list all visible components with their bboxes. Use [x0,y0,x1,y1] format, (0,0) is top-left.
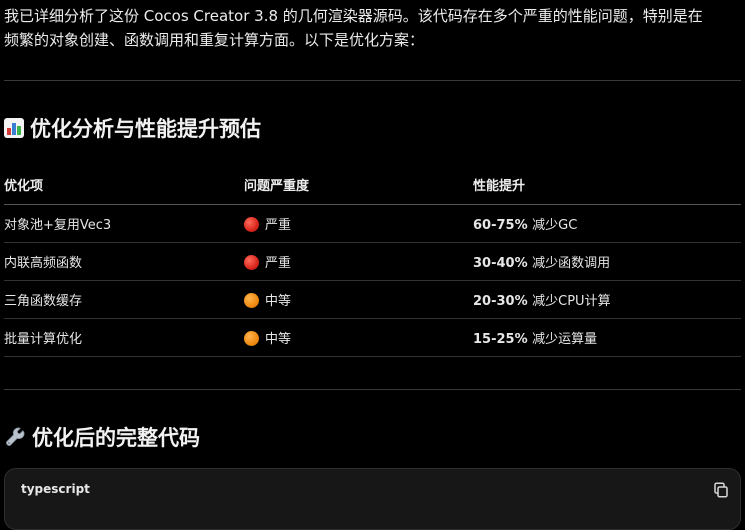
cell-item: 对象池+复用Vec3 [4,204,244,243]
table-header-row: 优化项 问题严重度 性能提升 [4,164,741,205]
column-header-item: 优化项 [4,164,244,205]
cell-severity: 严重 [244,204,473,243]
severity-label: 中等 [265,332,292,347]
column-header-gain: 性能提升 [473,164,741,205]
gain-description: 减少运算量 [532,332,598,347]
severity-label: 中等 [265,294,292,309]
orange-circle-icon [244,331,259,346]
optimization-table: 优化项 问题严重度 性能提升 对象池+复用Vec3 严重 60-75% 减少GC… [4,164,741,357]
orange-circle-icon [244,293,259,308]
code-language-label: typescript [21,482,90,496]
cell-severity: 中等 [244,318,473,357]
red-circle-icon [244,217,259,232]
section-title-analysis: 优化分析与性能提升预估 [30,117,261,141]
table-row: 批量计算优化 中等 15-25% 减少运算量 [4,318,741,357]
gain-percent: 15-25% [473,332,528,347]
copy-icon[interactable] [712,481,730,499]
gain-percent: 20-30% [473,294,528,309]
table-row: 三角函数缓存 中等 20-30% 减少CPU计算 [4,280,741,319]
cell-item: 三角函数缓存 [4,280,244,319]
cell-gain: 20-30% 减少CPU计算 [473,280,741,319]
divider [4,389,741,390]
cell-gain: 30-40% 减少函数调用 [473,242,741,281]
bar-chart-icon [4,118,24,138]
gain-description: 减少CPU计算 [532,294,611,309]
intro-line-1: 我已详细分析了这份 Cocos Creator 3.8 的几何渲染器源码。该代码… [4,7,703,25]
cell-gain: 15-25% 减少运算量 [473,318,741,357]
table-row: 对象池+复用Vec3 严重 60-75% 减少GC [4,204,741,243]
section-heading-code: 优化后的完整代码 [4,422,200,452]
section-heading-analysis: 优化分析与性能提升预估 [4,113,261,143]
cell-severity: 中等 [244,280,473,319]
section-title-code: 优化后的完整代码 [32,426,200,450]
table-row: 内联高频函数 严重 30-40% 减少函数调用 [4,242,741,281]
severity-label: 严重 [265,256,292,271]
cell-item: 内联高频函数 [4,242,244,281]
wrench-icon [6,427,25,446]
code-block: typescript [4,468,741,530]
cell-severity: 严重 [244,242,473,281]
column-header-severity: 问题严重度 [244,164,473,205]
cell-item: 批量计算优化 [4,318,244,357]
intro-line-2: 频繁的对象创建、函数调用和重复计算方面。以下是优化方案： [4,31,425,49]
gain-description: 减少函数调用 [532,256,611,271]
severity-label: 严重 [265,218,292,233]
red-circle-icon [244,255,259,270]
gain-percent: 60-75% [473,218,528,233]
gain-percent: 30-40% [473,256,528,271]
cell-gain: 60-75% 减少GC [473,204,741,243]
intro-paragraph: 我已详细分析了这份 Cocos Creator 3.8 的几何渲染器源码。该代码… [4,4,741,52]
divider [4,80,741,81]
gain-description: 减少GC [532,218,578,233]
